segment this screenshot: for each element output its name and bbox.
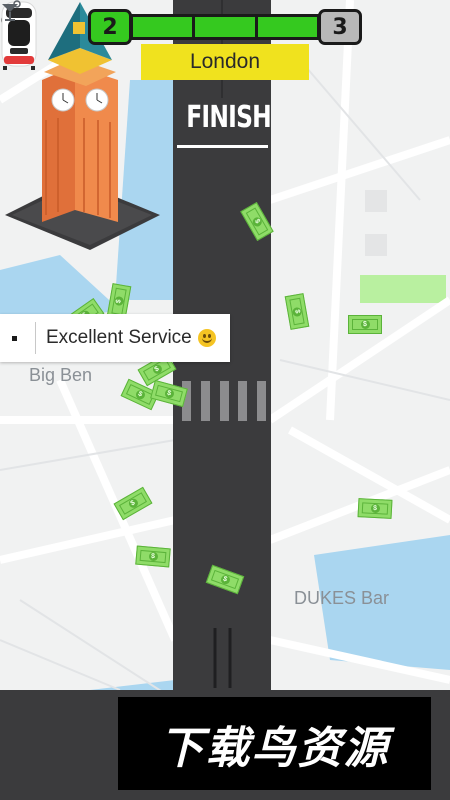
bar-label: DUKES Bar — [294, 588, 390, 608]
current-level-badge: 2 — [88, 9, 132, 45]
crosswalk — [182, 381, 266, 421]
city-map: FINISH $ $ $ $ $ $ $ $ $ $ $ $ — [0, 0, 450, 800]
level-progress: 2 3 — [88, 9, 362, 45]
progress-bar — [130, 14, 320, 40]
next-level-badge: 3 — [318, 9, 362, 45]
smiley-icon — [197, 329, 216, 347]
city-name-label: London — [141, 44, 309, 80]
watermark-text: 下载鸟资源 — [159, 722, 390, 774]
finish-line — [177, 145, 268, 148]
finish-label: FINISH — [186, 100, 272, 135]
divider — [35, 322, 36, 354]
watermark-logo: 下载鸟资源 — [118, 697, 431, 790]
service-rating-popup: Excellent Service — [0, 314, 230, 362]
bullet-icon — [12, 335, 17, 341]
landmark-label: Big Ben — [29, 365, 93, 385]
cash-bill: $ — [348, 315, 382, 334]
cocktail-icon — [2, 0, 21, 21]
cash-bill: $ — [135, 545, 171, 568]
service-rating-text: Excellent Service — [46, 327, 192, 348]
cash-bill: $ — [357, 498, 393, 519]
